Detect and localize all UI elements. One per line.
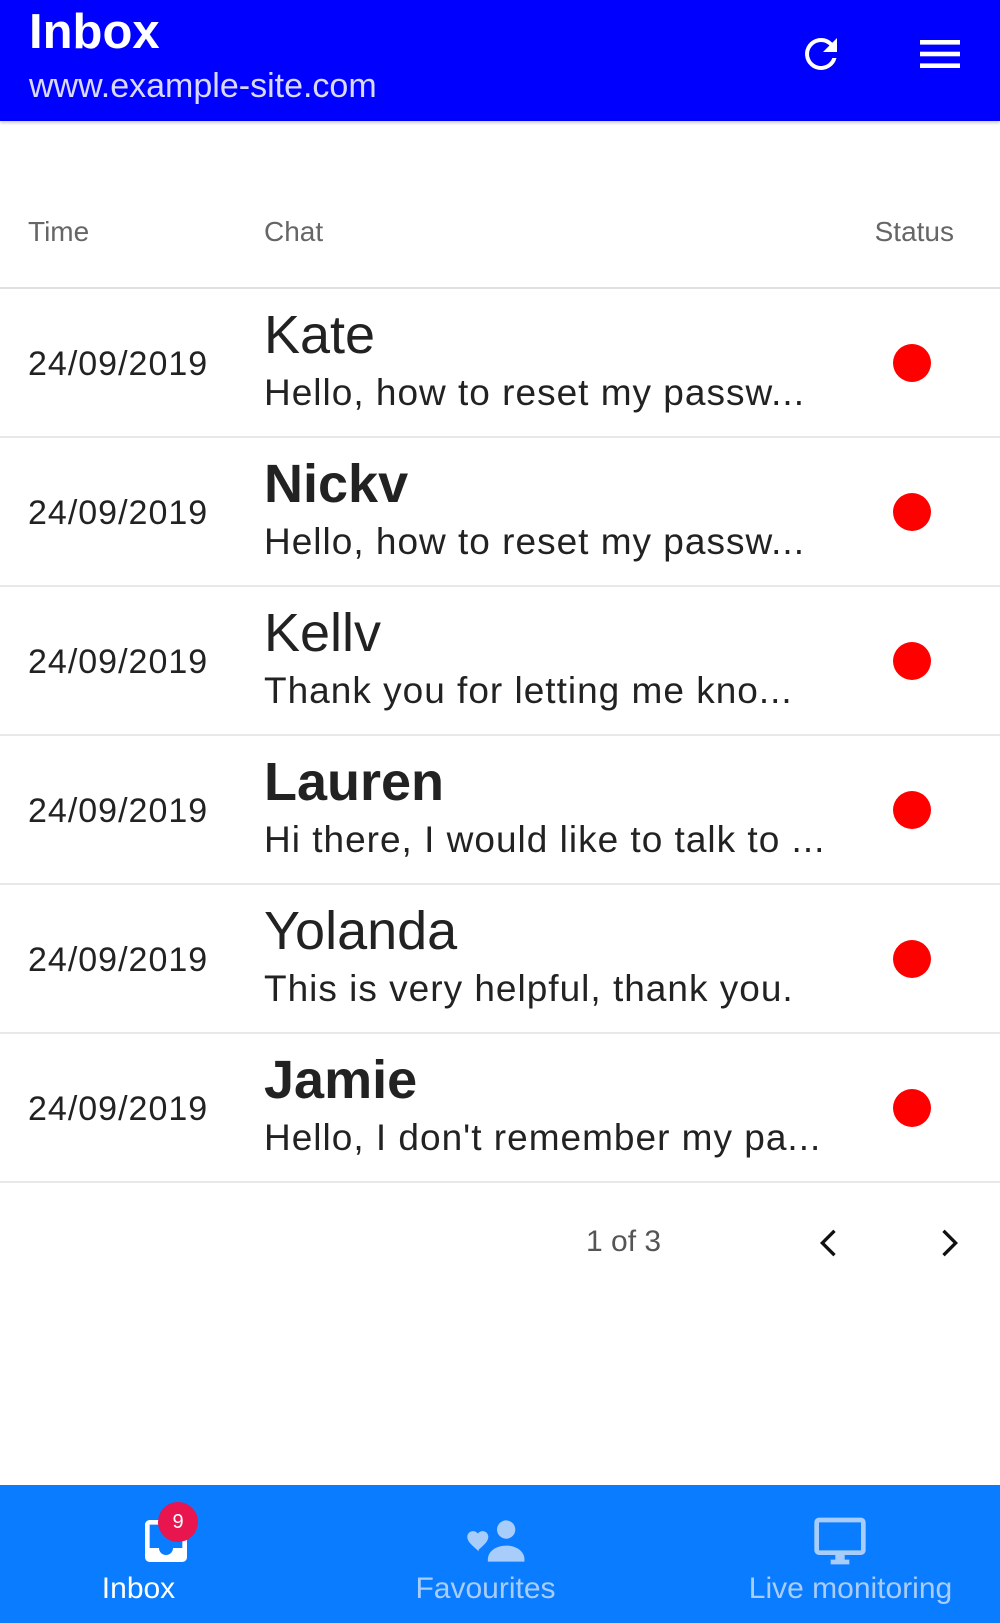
chat-list: 24/09/2019 Kate Hello, how to reset my p… (0, 289, 1000, 1183)
page-title: Inbox (29, 5, 160, 59)
column-header-status[interactable]: Status (875, 216, 954, 248)
row-message-preview: Thank you for letting me kno... (264, 670, 793, 711)
chevron-left-icon (820, 1229, 836, 1257)
app-header: Inbox www.example-site.com (0, 0, 1000, 121)
status-indicator (893, 940, 931, 978)
row-date: 24/09/2019 (28, 941, 209, 979)
row-date: 24/09/2019 (28, 643, 209, 681)
chevron-right-icon (942, 1229, 958, 1257)
table-row[interactable]: 24/09/2019 Kellv Thank you for letting m… (0, 587, 1000, 736)
nav-item-live-monitoring[interactable]: Live monitoring (666, 1485, 999, 1623)
monitor-icon (808, 1513, 872, 1569)
column-header-time[interactable]: Time (28, 216, 89, 248)
pagination: 1 of 3 (0, 1205, 1000, 1285)
refresh-icon (805, 38, 837, 70)
nav-item-inbox[interactable]: 9 Inbox (0, 1485, 333, 1623)
row-contact-name: Nickv (264, 454, 409, 514)
row-contact-name: Jamie (264, 1050, 418, 1110)
row-contact-name: Kate (264, 305, 376, 365)
previous-page-button[interactable] (800, 1213, 860, 1273)
row-date: 24/09/2019 (28, 345, 209, 383)
menu-icon (920, 40, 960, 68)
nav-label-live-monitoring: Live monitoring (748, 1572, 953, 1605)
people-heart-icon (465, 1513, 529, 1569)
unread-count-badge: 9 (158, 1502, 198, 1542)
row-message-preview: This is very helpful, thank you. (264, 968, 794, 1009)
bottom-navigation: 9 Inbox Favourites Live monitoring (0, 1485, 1000, 1623)
row-date: 24/09/2019 (28, 494, 209, 532)
status-indicator (893, 1089, 931, 1127)
row-message-preview: Hello, how to reset my passw... (264, 521, 805, 562)
page-indicator: 1 of 3 (586, 1225, 662, 1258)
menu-button[interactable] (908, 22, 972, 86)
status-indicator (893, 642, 931, 680)
status-indicator (893, 493, 931, 531)
table-row[interactable]: 24/09/2019 Nickv Hello, how to reset my … (0, 438, 1000, 587)
status-indicator (893, 344, 931, 382)
column-header-chat[interactable]: Chat (264, 216, 323, 248)
inbox-app: Inbox www.example-site.com Time Chat Sta… (0, 0, 1000, 1623)
row-message-preview: Hello, how to reset my passw... (264, 372, 805, 413)
table-row[interactable]: 24/09/2019 Jamie Hello, I don't remember… (0, 1034, 1000, 1183)
row-contact-name: Kellv (264, 603, 382, 663)
row-date: 24/09/2019 (28, 1090, 209, 1128)
row-contact-name: Yolanda (264, 901, 458, 961)
status-indicator (893, 791, 931, 829)
refresh-button[interactable] (789, 22, 853, 86)
table-row[interactable]: 24/09/2019 Kate Hello, how to reset my p… (0, 289, 1000, 438)
site-url: www.example-site.com (29, 67, 377, 105)
next-page-button[interactable] (918, 1213, 978, 1273)
nav-label-favourites: Favourites (415, 1572, 556, 1605)
table-row[interactable]: 24/09/2019 Lauren Hi there, I would like… (0, 736, 1000, 885)
row-date: 24/09/2019 (28, 792, 209, 830)
nav-label-inbox: Inbox (101, 1572, 176, 1605)
row-message-preview: Hi there, I would like to talk to ... (264, 819, 826, 860)
row-message-preview: Hello, I don't remember my pa... (264, 1117, 822, 1158)
table-row[interactable]: 24/09/2019 Yolanda This is very helpful,… (0, 885, 1000, 1034)
nav-item-favourites[interactable]: Favourites (333, 1485, 666, 1623)
row-contact-name: Lauren (264, 752, 445, 812)
table-header: Time Chat Status (0, 121, 1000, 289)
